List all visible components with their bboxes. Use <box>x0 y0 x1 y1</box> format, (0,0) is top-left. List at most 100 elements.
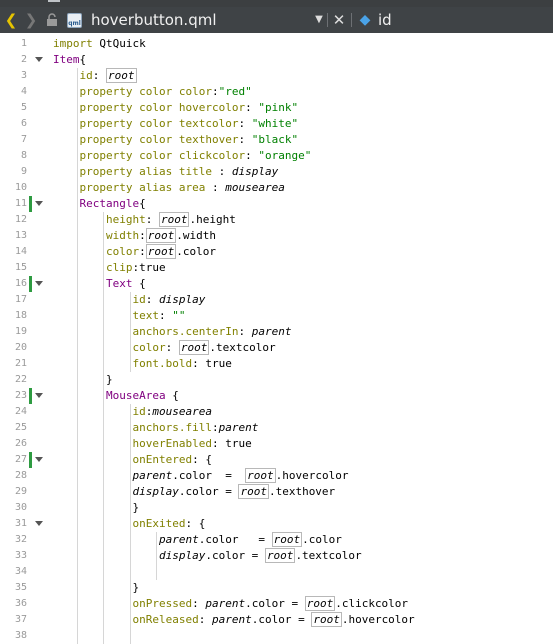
code-line[interactable]: hoverEnabled: true <box>53 436 251 452</box>
code-line[interactable]: property color textcolor: "white" <box>53 116 299 132</box>
code-line[interactable]: font.bold: true <box>53 356 232 372</box>
code-line[interactable]: color: root .textcolor <box>53 340 276 356</box>
code-token: Text <box>105 277 133 290</box>
close-icon[interactable]: ✕ <box>331 7 347 33</box>
change-marker <box>29 196 32 212</box>
code-token: property <box>79 85 133 98</box>
code-token: display <box>132 485 179 498</box>
code-token: color <box>132 341 166 354</box>
code-token: : <box>211 165 232 178</box>
code-line[interactable]: Rectangle{ <box>53 196 146 212</box>
code-line[interactable]: import QtQuick <box>53 36 146 52</box>
code-line[interactable]: Text { <box>53 276 146 292</box>
code-line[interactable]: id: display <box>53 292 205 308</box>
code-line[interactable]: display.color = root .texthover <box>53 484 335 500</box>
code-token: parent <box>251 325 292 338</box>
line-number: 2 <box>20 54 27 65</box>
line-number: 29 <box>14 486 27 497</box>
code-token: : <box>145 293 159 306</box>
code-token: } <box>53 581 140 594</box>
code-line[interactable]: property color clickcolor: "orange" <box>53 148 312 164</box>
fold-arrow-icon[interactable] <box>35 393 43 398</box>
code-line[interactable]: parent.color = root .color <box>53 532 342 548</box>
code-line[interactable]: text: "" <box>53 308 185 324</box>
code-line[interactable]: id:mousearea <box>53 404 211 420</box>
code-line[interactable]: property color texthover: "black" <box>53 132 299 148</box>
change-marker <box>29 452 32 468</box>
code-token: : <box>145 213 159 226</box>
code-line[interactable]: color: root .color <box>53 244 216 260</box>
code-token: : true <box>192 357 232 370</box>
lock-icon[interactable] <box>45 7 59 33</box>
code-line[interactable]: onPressed: parent.color = root .clickcolo… <box>53 596 408 612</box>
code-token: property <box>79 101 133 114</box>
forward-arrow-icon[interactable]: ❯ <box>22 7 40 33</box>
code-line[interactable]: anchors.fill:parent <box>53 420 258 436</box>
code-line[interactable]: clip:true <box>53 260 166 276</box>
code-line[interactable]: } <box>53 500 139 516</box>
code-token: property <box>79 165 133 178</box>
code-line[interactable]: display.color = root .textcolor <box>53 548 362 564</box>
fold-arrow-icon[interactable] <box>35 201 43 206</box>
code-token: width <box>105 229 140 242</box>
code-token: .hovercolor <box>275 469 349 482</box>
back-arrow-icon[interactable]: ❮ <box>2 7 20 33</box>
code-token: : <box>198 613 212 626</box>
code-line[interactable]: anchors.centerIn: parent <box>53 324 291 340</box>
line-number: 24 <box>14 406 27 417</box>
code-line[interactable]: } <box>53 580 139 596</box>
line-number: 22 <box>14 374 27 385</box>
fold-arrow-icon[interactable] <box>35 281 43 286</box>
code-line[interactable]: property color color:"red" <box>53 84 252 100</box>
line-number: 3 <box>20 70 27 81</box>
fold-arrow-icon[interactable] <box>35 457 43 462</box>
line-number: 18 <box>14 310 27 321</box>
code-token: root <box>145 244 177 259</box>
code-line[interactable]: property color hovercolor: "pink" <box>53 100 299 116</box>
code-token: "white" <box>251 117 299 130</box>
fold-arrow-icon[interactable] <box>35 57 43 62</box>
line-number: 31 <box>14 518 27 529</box>
code-token: "" <box>172 309 186 322</box>
code-line[interactable]: Item{ <box>53 52 86 68</box>
window-top-strip <box>0 0 553 7</box>
file-name-label[interactable]: hoverbutton.qml <box>91 7 217 33</box>
code-line[interactable]: onExited: { <box>53 516 205 532</box>
code-line[interactable]: onReleased: parent.color = root .hovercol… <box>53 612 415 628</box>
code-line[interactable]: parent.color = root .hovercolor <box>53 468 348 484</box>
code-line[interactable]: width: root .width <box>53 228 216 244</box>
code-line[interactable]: height: root .height <box>53 212 236 228</box>
line-number: 25 <box>14 422 27 433</box>
symbol-icon[interactable]: ◆ <box>357 7 373 33</box>
code-line[interactable]: id: root <box>53 68 137 84</box>
code-line[interactable]: MouseArea { <box>53 388 179 404</box>
code-token: .height <box>189 213 236 226</box>
current-symbol-label[interactable]: id <box>378 7 392 33</box>
line-number: 23 <box>14 390 27 401</box>
fold-arrow-icon[interactable] <box>35 521 43 526</box>
change-marker <box>29 276 32 292</box>
top-strip-mark <box>48 0 60 2</box>
code-token: Rectangle <box>79 197 140 210</box>
line-number: 16 <box>14 278 27 289</box>
code-line[interactable]: property alias area : mousearea <box>53 180 285 196</box>
code-line[interactable]: property alias title : display <box>53 164 279 180</box>
code-line[interactable]: } <box>53 372 113 388</box>
chevron-down-icon[interactable]: ▼ <box>312 7 326 33</box>
code-token: parent <box>218 421 259 434</box>
code-token: hoverEnabled <box>132 437 212 450</box>
code-line[interactable]: onEntered: { <box>53 452 211 468</box>
code-token: id <box>79 69 93 82</box>
code-editor[interactable]: 1 2 3 4 5 6 7 8 9 10 11 12 13 14 15 16 17 18 19 20 21 22 23 24 2… <box>0 33 553 644</box>
